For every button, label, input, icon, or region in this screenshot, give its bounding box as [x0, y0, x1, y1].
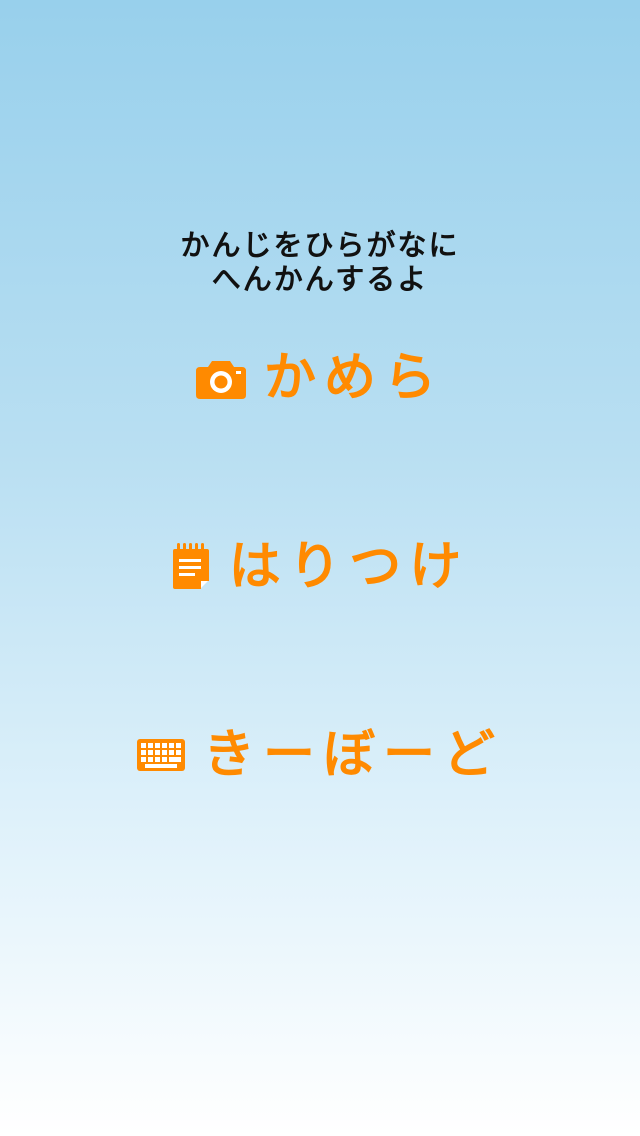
notepad-icon [171, 543, 211, 591]
description-line-1: かんじをひらがなに [180, 228, 460, 262]
app-description: かんじをひらがなに へんかんするよ [0, 228, 640, 296]
keyboard-button[interactable]: きーぼーど [0, 715, 640, 795]
paste-button[interactable]: はりつけ [0, 527, 640, 607]
camera-icon [195, 357, 246, 399]
keyboard-label: きーぼーど [202, 725, 503, 785]
description-line-2: へんかんするよ [211, 262, 429, 296]
keyboard-icon [136, 739, 185, 771]
camera-label: かめら [263, 348, 444, 408]
paste-label: はりつけ [228, 537, 470, 597]
camera-button[interactable]: かめら [0, 338, 640, 418]
